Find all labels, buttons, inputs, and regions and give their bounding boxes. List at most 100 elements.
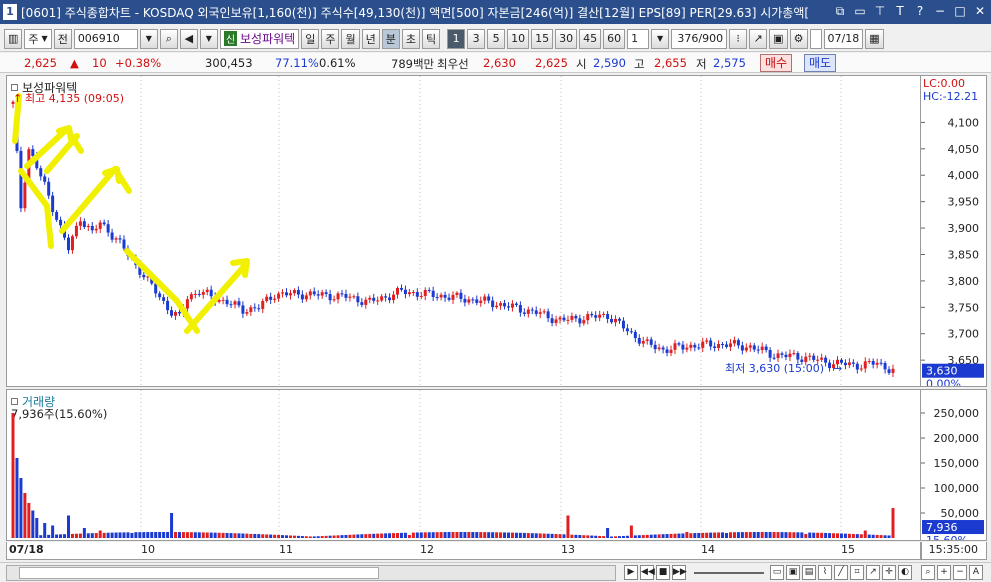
interval-3-button[interactable]: 3 [467, 28, 486, 49]
sound-icon[interactable]: ◀ [179, 28, 198, 49]
count-field[interactable]: 376 /900 [671, 28, 728, 49]
text-icon[interactable]: T [893, 3, 907, 19]
zoom-slider[interactable] [694, 572, 764, 574]
period-select[interactable]: 주 ▼ [24, 28, 52, 49]
volume-bar [392, 533, 396, 538]
arrow-tool-icon[interactable]: ↗ [866, 565, 880, 580]
period-minute-button[interactable]: 분 [381, 28, 400, 49]
window-icon[interactable]: ▭ [770, 565, 784, 580]
interval-5-button[interactable]: 5 [487, 28, 506, 49]
cross-tool-icon[interactable]: ✛ [882, 565, 896, 580]
play-icon[interactable]: ▶ [624, 565, 638, 580]
interval-15-button[interactable]: 15 [531, 28, 554, 49]
sound-dropdown-icon[interactable]: ▼ [199, 28, 218, 49]
search-icon[interactable]: ⌕ [159, 28, 178, 49]
zoom-in-icon[interactable]: + [937, 565, 951, 580]
zoom-out-icon[interactable]: − [953, 565, 967, 580]
candle-body [237, 301, 241, 306]
stop-icon[interactable]: ■ [656, 565, 670, 580]
candle-body [253, 307, 257, 309]
volume-tick-label: 100,000 [934, 482, 980, 495]
interval-1-button[interactable]: 1 [447, 28, 466, 49]
interval-10-button[interactable]: 10 [507, 28, 530, 49]
stock-name[interactable]: 신 보성파워텍 [219, 28, 300, 49]
buy-button[interactable]: 매수 [760, 54, 793, 72]
grid-icon[interactable]: ⁝ [729, 28, 748, 49]
chart-type-icon[interactable]: ▥ [4, 28, 23, 49]
maximize-icon[interactable]: □ [953, 3, 967, 19]
font-size-icon[interactable]: A [969, 565, 983, 580]
settings-icon[interactable]: ⚙ [789, 28, 808, 49]
fibo-icon[interactable]: ⌗ [850, 565, 864, 580]
volume-bar [63, 534, 67, 538]
step-back-icon[interactable]: ◀◀ [640, 565, 655, 580]
volume-bar [455, 532, 459, 538]
volume-bar [677, 533, 681, 538]
interval-60-button[interactable]: 60 [603, 28, 626, 49]
interval-dropdown-icon[interactable]: ▼ [651, 28, 670, 49]
minimize-icon[interactable]: − [933, 3, 947, 19]
period-tick-button[interactable]: 틱 [421, 28, 441, 49]
interval-45-button[interactable]: 45 [579, 28, 602, 49]
color-icon[interactable]: ◐ [898, 565, 912, 580]
volume-bar [867, 534, 871, 538]
period-year-button[interactable]: 년 [361, 28, 380, 49]
period-week-button[interactable]: 주 [321, 28, 340, 49]
volume-chart-panel[interactable]: 거래량 7,936주(15.60%) [6, 389, 921, 541]
interval-select[interactable]: 1 [627, 28, 650, 49]
high-label: 고 [634, 57, 645, 71]
save-icon[interactable]: ▣ [769, 28, 788, 49]
code-dropdown-icon[interactable]: ▼ [139, 28, 158, 49]
candle-body [629, 331, 633, 333]
period-month-button[interactable]: 월 [341, 28, 360, 49]
code-input[interactable]: 006910 [73, 28, 138, 49]
step-forward-icon[interactable]: ▶▶ [672, 565, 687, 580]
calendar-icon[interactable]: ▦ [865, 28, 884, 49]
date-field[interactable]: 07/18 [823, 28, 864, 49]
volume-bar [106, 532, 110, 538]
candle-body [653, 344, 657, 350]
volume-bar [427, 532, 431, 538]
scrollbar-thumb[interactable] [19, 567, 379, 579]
volume-chart [11, 390, 895, 540]
volume-bar [820, 532, 824, 538]
help-icon[interactable]: ? [913, 3, 927, 19]
volume-bar [130, 533, 134, 538]
candle-body [847, 362, 851, 366]
interval-30-button[interactable]: 30 [555, 28, 578, 49]
x-label-14: 14 [701, 543, 715, 556]
candle-body [451, 294, 455, 300]
layout-icon[interactable]: ▤ [802, 565, 816, 580]
restore-icon[interactable]: ▭ [853, 3, 867, 19]
candle-body [241, 305, 245, 314]
line-icon[interactable]: ╱ [834, 565, 848, 580]
pin-icon[interactable]: ⊤ [873, 3, 887, 19]
candle-body [356, 296, 360, 303]
candle-body [824, 357, 828, 363]
volume-bar [744, 532, 748, 538]
zoom-search-icon[interactable]: ⌕ [921, 565, 935, 580]
volume-bar [23, 493, 27, 538]
prefix-button[interactable]: 전 [53, 28, 72, 49]
draw-icon[interactable]: ↗ [749, 28, 768, 49]
candle-body [875, 362, 879, 365]
period-day-button[interactable]: 일 [301, 28, 320, 49]
volume-bar [487, 532, 491, 538]
price-tick-label: 3,900 [948, 222, 980, 235]
link-icon[interactable]: ⧉ [833, 3, 847, 19]
tile-icon[interactable]: ▣ [786, 565, 800, 580]
sell-button[interactable]: 매도 [804, 54, 837, 72]
price-axis: LC:0.00 HC:-12.21 4,100 4,050 4,000 3,950 3,90… [921, 75, 987, 391]
volume-bar [380, 533, 384, 538]
close-icon[interactable]: ✕ [973, 3, 987, 19]
horizontal-scrollbar[interactable] [6, 565, 616, 581]
date-checkbox[interactable] [809, 28, 822, 49]
volume-ratio: 77.11% [275, 56, 319, 70]
volume-bar [328, 535, 332, 538]
candle-body [170, 310, 174, 316]
volume-bar [812, 532, 816, 538]
price-chart-panel[interactable]: 보성파워텍 최고 4,135 (09:05) ↑ 최저 3,630 (15:00) → [6, 75, 921, 387]
period-second-button[interactable]: 초 [401, 28, 420, 49]
candle-body [225, 299, 229, 305]
chart-style-icon[interactable]: ⌇ [818, 565, 832, 580]
